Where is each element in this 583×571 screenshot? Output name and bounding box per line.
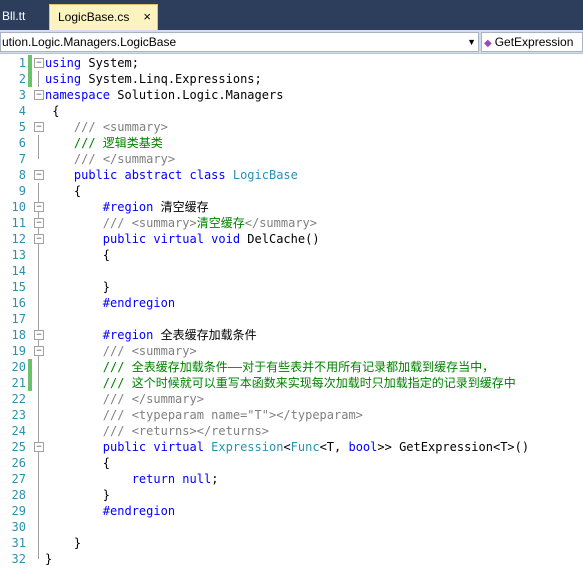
code-line: 5− /// <summary> bbox=[0, 119, 583, 135]
code-line: 7 /// </summary> bbox=[0, 151, 583, 167]
line-number: 4 bbox=[18, 104, 26, 118]
collapse-icon[interactable]: − bbox=[34, 170, 44, 180]
code-line: 12− public virtual void DelCache() bbox=[0, 231, 583, 247]
line-number: 13 bbox=[11, 248, 26, 262]
tab-bll-tt[interactable]: Bll.tt bbox=[0, 4, 46, 30]
code-line: 13 { bbox=[0, 247, 583, 263]
code-line: 15 } bbox=[0, 279, 583, 295]
code-line: 14 bbox=[0, 263, 583, 279]
line-number: 12 bbox=[11, 232, 26, 246]
line-number: 26 bbox=[11, 456, 26, 470]
code-line: 22 /// </summary> bbox=[0, 391, 583, 407]
line-number: 6 bbox=[18, 136, 26, 150]
line-number: 16 bbox=[11, 296, 26, 310]
code-line: 26 { bbox=[0, 455, 583, 471]
method-icon: ◆ bbox=[484, 38, 492, 49]
tab-label: LogicBase.cs bbox=[58, 10, 130, 24]
code-line: 3− namespace Solution.Logic.Managers bbox=[0, 87, 583, 103]
close-tab-icon[interactable]: × bbox=[143, 5, 151, 29]
code-line: 1− using System; bbox=[0, 55, 583, 71]
code-line: 9 { bbox=[0, 183, 583, 199]
collapse-icon[interactable]: − bbox=[34, 346, 44, 356]
dropdown-arrow-icon[interactable]: ▼ bbox=[467, 33, 476, 51]
collapse-icon[interactable]: − bbox=[34, 218, 44, 228]
line-number: 20 bbox=[11, 360, 26, 374]
tab-logicbase-cs[interactable]: LogicBase.cs × bbox=[49, 4, 158, 30]
tab-label: Bll.tt bbox=[2, 9, 26, 23]
line-number: 15 bbox=[11, 280, 26, 294]
line-number: 18 bbox=[11, 328, 26, 342]
collapse-icon[interactable]: − bbox=[34, 330, 44, 340]
line-number: 11 bbox=[11, 216, 26, 230]
line-number: 14 bbox=[11, 264, 26, 278]
line-number: 25 bbox=[11, 440, 26, 454]
change-marker bbox=[28, 359, 32, 375]
class-dropdown-value: ution.Logic.Managers.LogicBase bbox=[2, 35, 177, 49]
code-editor[interactable]: 1− using System; 2 using System.Linq.Expre… bbox=[0, 55, 583, 571]
line-number: 19 bbox=[11, 344, 26, 358]
code-line: 11− /// <summary>清空缓存</summary> bbox=[0, 215, 583, 231]
code-line: 32} bbox=[0, 551, 583, 567]
line-number: 2 bbox=[18, 72, 26, 86]
code-line: 21 /// 这个时候就可以重写本函数来实现每次加载时只加载指定的记录到缓存中 bbox=[0, 375, 583, 391]
collapse-icon[interactable]: − bbox=[34, 442, 44, 452]
line-number: 30 bbox=[11, 520, 26, 534]
code-line: 17 bbox=[0, 311, 583, 327]
line-number: 23 bbox=[11, 408, 26, 422]
code-line: 24 /// <returns></returns> bbox=[0, 423, 583, 439]
collapse-icon[interactable]: − bbox=[34, 234, 44, 244]
line-number: 8 bbox=[18, 168, 26, 182]
line-number: 24 bbox=[11, 424, 26, 438]
code-line: 27 return null; bbox=[0, 471, 583, 487]
code-line: 23 /// <typeparam name="T"></typeparam> bbox=[0, 407, 583, 423]
code-line: 10− #region 清空缓存 bbox=[0, 199, 583, 215]
collapse-icon[interactable]: − bbox=[34, 122, 44, 132]
line-number: 1 bbox=[18, 56, 26, 70]
line-number: 7 bbox=[18, 152, 26, 166]
document-tab-bar: Bll.tt LogicBase.cs × bbox=[0, 0, 583, 30]
code-line: 19− /// <summary> bbox=[0, 343, 583, 359]
line-number: 17 bbox=[11, 312, 26, 326]
code-line: 16 #endregion bbox=[0, 295, 583, 311]
member-dropdown-value: GetExpression bbox=[494, 35, 574, 49]
class-dropdown[interactable]: ution.Logic.Managers.LogicBase ▼ bbox=[0, 32, 479, 52]
code-line: 25− public virtual Expression<Func<T, bo… bbox=[0, 439, 583, 455]
code-line: 31 } bbox=[0, 535, 583, 551]
line-number: 28 bbox=[11, 488, 26, 502]
code-line: 20 /// 全表缓存加载条件——对于有些表并不用所有记录都加载到缓存当中， bbox=[0, 359, 583, 375]
code-line: 30 bbox=[0, 519, 583, 535]
line-number: 27 bbox=[11, 472, 26, 486]
line-number: 10 bbox=[11, 200, 26, 214]
code-line: 2 using System.Linq.Expressions; bbox=[0, 71, 583, 87]
collapse-icon[interactable]: − bbox=[34, 58, 44, 68]
line-number: 21 bbox=[11, 376, 26, 390]
line-number: 9 bbox=[18, 184, 26, 198]
collapse-icon[interactable]: − bbox=[34, 90, 44, 100]
member-dropdown[interactable]: ◆ GetExpression bbox=[481, 32, 583, 52]
code-line: 18− #region 全表缓存加载条件 bbox=[0, 327, 583, 343]
code-line: 6 /// 逻辑类基类 bbox=[0, 135, 583, 151]
change-marker bbox=[28, 375, 32, 391]
line-number: 31 bbox=[11, 536, 26, 550]
code-line: 29 #endregion bbox=[0, 503, 583, 519]
line-number: 5 bbox=[18, 120, 26, 134]
navigation-bar: ution.Logic.Managers.LogicBase ▼ ◆ GetExp… bbox=[0, 30, 583, 54]
change-marker bbox=[28, 55, 32, 71]
line-number: 32 bbox=[11, 552, 26, 566]
line-number: 29 bbox=[11, 504, 26, 518]
line-number: 22 bbox=[11, 392, 26, 406]
code-line: 8− public abstract class LogicBase bbox=[0, 167, 583, 183]
collapse-icon[interactable]: − bbox=[34, 202, 44, 212]
code-line: 28 } bbox=[0, 487, 583, 503]
code-line: 4 { bbox=[0, 103, 583, 119]
line-number: 3 bbox=[18, 88, 26, 102]
change-marker bbox=[28, 71, 32, 87]
